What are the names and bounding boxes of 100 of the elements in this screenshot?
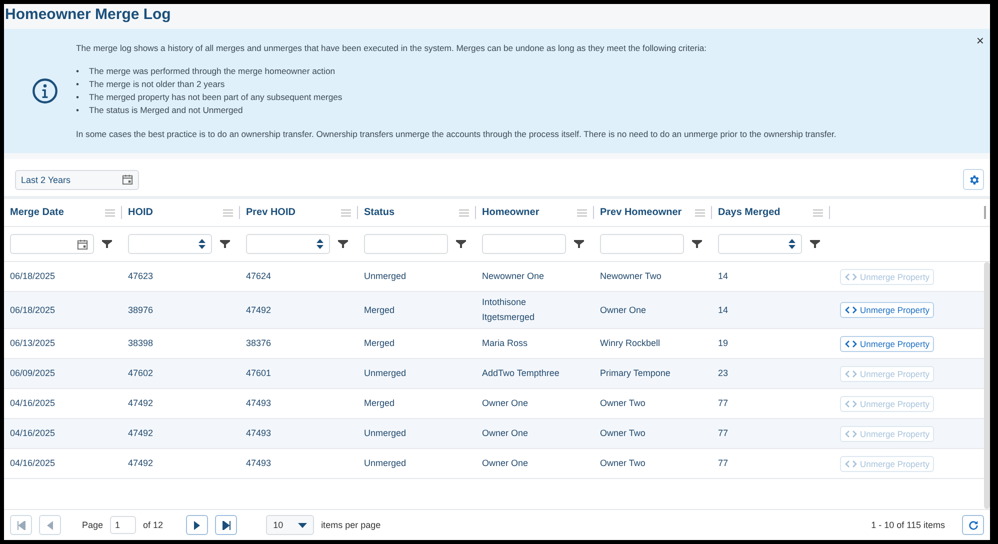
table-cell-text: Maria Ross bbox=[481, 337, 529, 350]
column-menu-icon[interactable] bbox=[341, 208, 351, 216]
table-cell-text: AddTwo Tempthree bbox=[481, 367, 560, 380]
table-cell-text: Unmerged bbox=[363, 457, 408, 470]
table-cell-text: 06/18/2025 bbox=[9, 270, 56, 283]
table-cell-text: Unmerged bbox=[363, 270, 408, 283]
table-cell-text: 19 bbox=[717, 337, 730, 350]
close-button[interactable]: × bbox=[974, 33, 986, 48]
refresh-button[interactable] bbox=[962, 515, 984, 535]
criteria-item: The merge was performed through the merge homeowner action bbox=[89, 65, 336, 78]
settings-button[interactable] bbox=[963, 169, 984, 190]
column-header[interactable]: Prev Homeowner bbox=[600, 207, 682, 218]
scrollbar[interactable] bbox=[984, 262, 990, 509]
caret-icon bbox=[298, 522, 308, 528]
table-cell-text: Owner Two bbox=[599, 427, 646, 440]
filter-field[interactable] bbox=[600, 234, 684, 254]
split-arrows-icon bbox=[845, 306, 857, 314]
date-range-picker[interactable]: Last 2 Years bbox=[15, 170, 139, 190]
filter-icon[interactable] bbox=[574, 239, 584, 249]
table-cell-text: 06/13/2025 bbox=[9, 337, 56, 350]
table-cell-text: Unmerged bbox=[363, 427, 408, 440]
filter-field[interactable] bbox=[246, 234, 330, 254]
table-cell-text: 47492 bbox=[127, 457, 154, 470]
column-header[interactable]: HOID bbox=[128, 207, 153, 218]
table-cell-text: 77 bbox=[717, 457, 730, 470]
column-menu-icon[interactable] bbox=[459, 208, 469, 216]
column-header[interactable]: Homeowner bbox=[482, 207, 540, 218]
next-page-button[interactable] bbox=[186, 515, 208, 535]
column-header[interactable]: Status bbox=[364, 207, 395, 218]
column-menu-icon[interactable] bbox=[577, 208, 587, 216]
table-cell-text: Owner One bbox=[481, 397, 530, 410]
table-cell-text: Newowner One bbox=[481, 270, 546, 283]
table-cell-text: Merged bbox=[363, 337, 396, 350]
filter-field[interactable] bbox=[128, 234, 212, 254]
table-cell-text: 38376 bbox=[245, 337, 272, 350]
next-icon bbox=[194, 520, 200, 530]
column-header[interactable]: Days Merged bbox=[718, 207, 780, 218]
table-cell-text: 38976 bbox=[127, 304, 154, 316]
table-cell-text: Intothisone Itgetsmerged bbox=[481, 296, 536, 324]
filter-icon[interactable] bbox=[810, 239, 820, 249]
spinner-icon bbox=[198, 238, 206, 250]
first-page-button[interactable] bbox=[10, 515, 32, 535]
info-intro: The merge log shows a history of all merges and unmerges that have been executed in the system. Merges can be undone as long as they meet the following criteria: bbox=[76, 43, 708, 53]
filter-icon[interactable] bbox=[692, 239, 702, 249]
table-cell-text: Merged bbox=[363, 304, 396, 317]
column-menu-icon[interactable] bbox=[105, 208, 115, 216]
filter-field[interactable] bbox=[718, 234, 802, 254]
criteria-item: The merge is not older than 2 years bbox=[89, 78, 225, 91]
table-cell-text: 23 bbox=[717, 367, 730, 380]
table-cell-text: 04/16/2025 bbox=[9, 457, 56, 470]
previous-page-button[interactable] bbox=[39, 515, 61, 535]
split-arrows-icon bbox=[845, 272, 857, 280]
filter-icon[interactable] bbox=[102, 239, 112, 249]
column-header[interactable]: Prev HOID bbox=[246, 207, 296, 218]
split-arrows-icon bbox=[845, 460, 857, 468]
filter-field[interactable] bbox=[482, 234, 566, 254]
table-cell-text: 14 bbox=[717, 304, 730, 316]
column-menu-icon[interactable] bbox=[695, 208, 705, 216]
table-cell-text: Unmerged bbox=[363, 367, 408, 380]
table-cell-text: Primary Tempone bbox=[599, 367, 672, 380]
page-size-dropdown[interactable]: 10 bbox=[266, 515, 314, 535]
table-cell-text: Owner One bbox=[481, 457, 530, 470]
table-cell-text: Owner Two bbox=[599, 457, 646, 470]
split-arrows-icon bbox=[845, 340, 857, 348]
bullet: • bbox=[76, 65, 80, 78]
table-cell-text: Owner One bbox=[599, 304, 648, 316]
table-cell-text: 77 bbox=[717, 427, 730, 440]
table-cell-text: 06/09/2025 bbox=[9, 367, 56, 380]
table-cell-text: 77 bbox=[717, 397, 730, 410]
table-cell-text: Winry Rockbell bbox=[599, 337, 662, 350]
refresh-icon bbox=[968, 520, 978, 530]
table-cell-text: 47623 bbox=[127, 270, 154, 283]
calendar-icon bbox=[77, 238, 88, 250]
split-arrows-icon bbox=[845, 400, 857, 408]
page-title: Homeowner Merge Log bbox=[4, 4, 990, 29]
page-number-field[interactable]: 1 bbox=[110, 516, 136, 534]
previous-icon bbox=[47, 520, 53, 530]
unmerge-button[interactable]: Unmerge Property bbox=[840, 336, 934, 352]
column-menu-icon[interactable] bbox=[813, 208, 823, 216]
table-cell-text: Newowner Two bbox=[599, 270, 662, 283]
filter-field[interactable] bbox=[10, 234, 94, 254]
filter-field[interactable] bbox=[364, 234, 448, 254]
info-note: In some cases the best practice is to do an ownership transfer. Ownership transfers unmerge the accounts through the process itself. There is no need to do an unmerge prior to the ownership transfer. bbox=[76, 129, 836, 139]
bullet: • bbox=[76, 104, 80, 117]
page-count: of 12 bbox=[143, 520, 164, 530]
column-header[interactable]: Merge Date bbox=[10, 207, 64, 218]
last-page-button[interactable] bbox=[215, 515, 238, 535]
table-cell-text: 04/16/2025 bbox=[9, 427, 56, 440]
calendar-icon bbox=[122, 174, 133, 185]
filter-icon[interactable] bbox=[220, 239, 230, 249]
filter-icon[interactable] bbox=[456, 239, 466, 249]
table-cell-text: 14 bbox=[717, 270, 730, 283]
filter-icon[interactable] bbox=[338, 239, 348, 249]
unmerge-button[interactable]: Unmerge Property bbox=[840, 302, 934, 318]
table-cell-text: 47492 bbox=[127, 397, 154, 410]
column-menu-icon[interactable] bbox=[223, 208, 233, 216]
table-cell-text: 47602 bbox=[127, 367, 154, 380]
spinner-icon bbox=[316, 238, 324, 250]
table-cell-text: 47601 bbox=[245, 367, 272, 380]
table-cell-text: Owner Two bbox=[599, 397, 646, 410]
